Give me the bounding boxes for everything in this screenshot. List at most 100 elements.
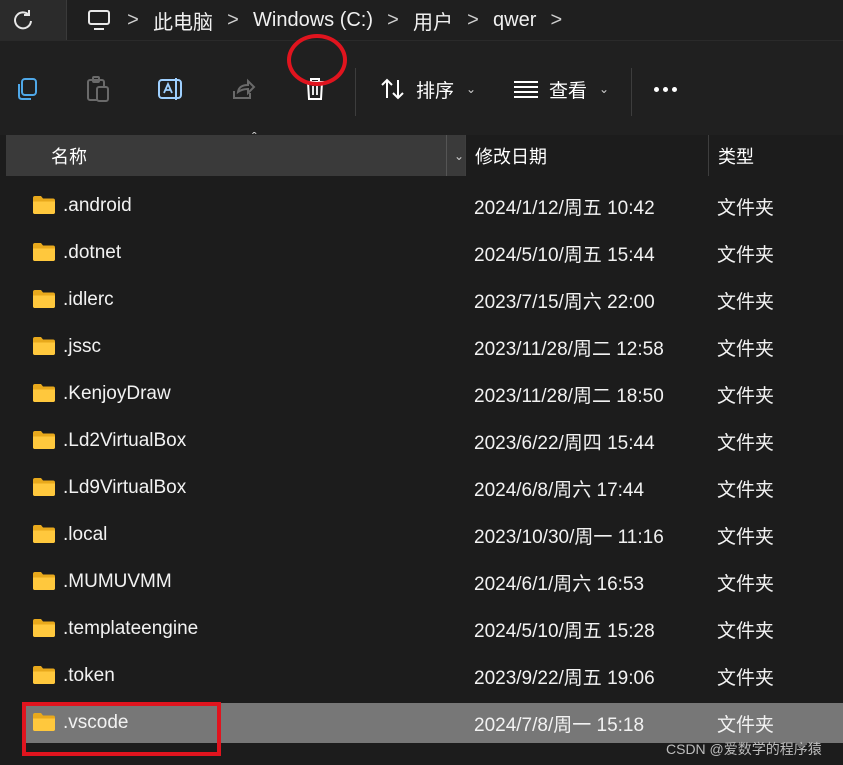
folder-icon	[33, 619, 55, 637]
file-type: 文件夹	[717, 667, 775, 689]
file-modified-date: 2024/1/12/周五 10:42	[474, 197, 655, 219]
file-row[interactable]: .android 2024/1/12/周五 10:42 文件夹	[22, 186, 843, 226]
sort-button[interactable]: 排序 ⌄	[380, 71, 476, 107]
file-row[interactable]: .idlerc 2023/7/15/周六 22:00 文件夹	[22, 280, 843, 320]
paste-icon	[87, 76, 109, 102]
command-bar: 排序 ⌄ 查看 ⌄	[0, 40, 843, 135]
folder-icon	[33, 243, 55, 261]
folder-icon	[33, 290, 55, 308]
file-modified-date: 2023/11/28/周二 18:50	[474, 385, 664, 407]
file-name: .MUMUVMM	[63, 571, 172, 592]
folder-icon	[33, 431, 55, 449]
column-header-type[interactable]: 类型	[708, 135, 843, 176]
file-row[interactable]: .Ld9VirtualBox 2024/6/8/周六 17:44 文件夹	[22, 468, 843, 508]
file-row[interactable]: .Ld2VirtualBox 2023/6/22/周四 15:44 文件夹	[22, 421, 843, 461]
file-type: 文件夹	[717, 479, 775, 501]
share-button[interactable]	[225, 71, 261, 107]
chevron-right-icon[interactable]: >	[213, 9, 253, 32]
file-modified-date: 2024/6/1/周六 16:53	[474, 573, 645, 595]
file-type: 文件夹	[717, 244, 775, 266]
breadcrumb-this-pc[interactable]: 此电脑	[153, 6, 213, 35]
delete-highlight-circle	[287, 34, 347, 86]
file-modified-date: 2024/5/10/周五 15:44	[474, 244, 655, 266]
file-type: 文件夹	[717, 338, 775, 360]
column-header-date-label: 修改日期	[475, 146, 547, 167]
file-type: 文件夹	[717, 432, 775, 454]
file-modified-date: 2023/7/15/周六 22:00	[474, 291, 655, 313]
view-label: 查看	[549, 80, 588, 102]
vscode-highlight-box	[22, 702, 221, 756]
breadcrumb-qwer[interactable]: qwer	[493, 9, 536, 32]
file-row[interactable]: .jssc 2023/11/28/周二 12:58 文件夹	[22, 327, 843, 367]
more-options-button[interactable]	[654, 71, 677, 107]
file-name: .Ld9VirtualBox	[63, 477, 187, 498]
address-bar[interactable]: > 此电脑 > Windows (C:) > 用户 > qwer >	[66, 0, 843, 40]
refresh-icon	[14, 10, 32, 30]
file-row[interactable]: .MUMUVMM 2024/6/1/周六 16:53 文件夹	[22, 562, 843, 602]
folder-icon	[33, 337, 55, 355]
column-header-date[interactable]: 修改日期	[465, 135, 708, 176]
file-modified-date: 2023/9/22/周五 19:06	[474, 667, 655, 689]
file-type: 文件夹	[717, 291, 775, 313]
refresh-button[interactable]	[0, 0, 46, 40]
file-name: .Ld2VirtualBox	[63, 430, 187, 451]
chevron-right-icon[interactable]: >	[373, 9, 413, 32]
rename-icon	[158, 78, 182, 100]
address-bar-row: > 此电脑 > Windows (C:) > 用户 > qwer >	[0, 0, 843, 40]
file-name: .idlerc	[63, 289, 114, 310]
folder-icon	[33, 525, 55, 543]
more-icon	[654, 86, 659, 92]
folder-icon	[33, 572, 55, 590]
chevron-right-icon[interactable]: >	[113, 9, 153, 32]
file-modified-date: 2023/6/22/周四 15:44	[474, 432, 655, 454]
folder-icon	[33, 478, 55, 496]
rename-button[interactable]	[153, 71, 189, 107]
copy-button[interactable]	[9, 71, 45, 107]
file-type: 文件夹	[717, 197, 775, 219]
chevron-down-icon: ⌄	[466, 82, 477, 96]
computer-icon[interactable]	[87, 9, 113, 31]
toolbar-divider	[355, 68, 356, 116]
sort-label: 排序	[416, 80, 455, 102]
file-modified-date: 2023/11/28/周二 12:58	[474, 338, 664, 360]
file-row[interactable]: .KenjoyDraw 2023/11/28/周二 18:50 文件夹	[22, 374, 843, 414]
file-modified-date: 2024/5/10/周五 15:28	[474, 620, 655, 642]
view-button[interactable]: 查看 ⌄	[513, 71, 609, 107]
breadcrumb-drive-c[interactable]: Windows (C:)	[253, 9, 373, 32]
file-row[interactable]: .dotnet 2024/5/10/周五 15:44 文件夹	[22, 233, 843, 273]
column-header-type-label: 类型	[718, 146, 754, 167]
file-name: .local	[63, 524, 108, 545]
file-list: .android 2024/1/12/周五 10:42 文件夹 .dotnet 2024…	[0, 182, 843, 765]
file-name: .templateengine	[63, 618, 199, 639]
more-icon-dot	[672, 86, 677, 92]
file-modified-date: 2024/6/8/周六 17:44	[474, 479, 645, 501]
file-type: 文件夹	[717, 526, 775, 548]
file-modified-date: 2023/10/30/周一 11:16	[474, 526, 664, 548]
column-header-row: ˆ 名称 ⌄ 修改日期 类型	[0, 129, 843, 176]
file-name: .KenjoyDraw	[63, 383, 171, 404]
paste-button[interactable]	[80, 71, 116, 107]
file-row[interactable]: .token 2023/9/22/周五 19:06 文件夹	[22, 656, 843, 696]
watermark: CSDN @爱数学的程序猿	[666, 741, 822, 757]
file-type: 文件夹	[717, 573, 775, 595]
toolbar-divider	[631, 68, 632, 116]
folder-icon	[33, 384, 55, 402]
view-list-icon	[514, 81, 538, 98]
file-type: 文件夹	[717, 714, 775, 736]
file-name: .android	[63, 195, 132, 216]
file-name: .dotnet	[63, 242, 122, 263]
sort-ascending-icon: ˆ	[252, 129, 257, 145]
breadcrumb-users[interactable]: 用户	[413, 6, 453, 35]
chevron-right-icon[interactable]: >	[453, 9, 493, 32]
more-icon-dot	[663, 86, 668, 92]
chevron-right-icon[interactable]: >	[536, 9, 576, 32]
folder-icon	[33, 666, 55, 684]
file-row[interactable]: .local 2023/10/30/周一 11:16 文件夹	[22, 515, 843, 555]
chevron-down-icon: ⌄	[599, 82, 610, 96]
column-header-name[interactable]: ˆ 名称 ⌄	[6, 129, 465, 176]
file-name: .jssc	[63, 336, 101, 357]
file-type: 文件夹	[717, 385, 775, 407]
file-modified-date: 2024/7/8/周一 15:18	[474, 714, 645, 736]
share-icon	[233, 78, 256, 99]
file-row[interactable]: .templateengine 2024/5/10/周五 15:28 文件夹	[22, 609, 843, 649]
